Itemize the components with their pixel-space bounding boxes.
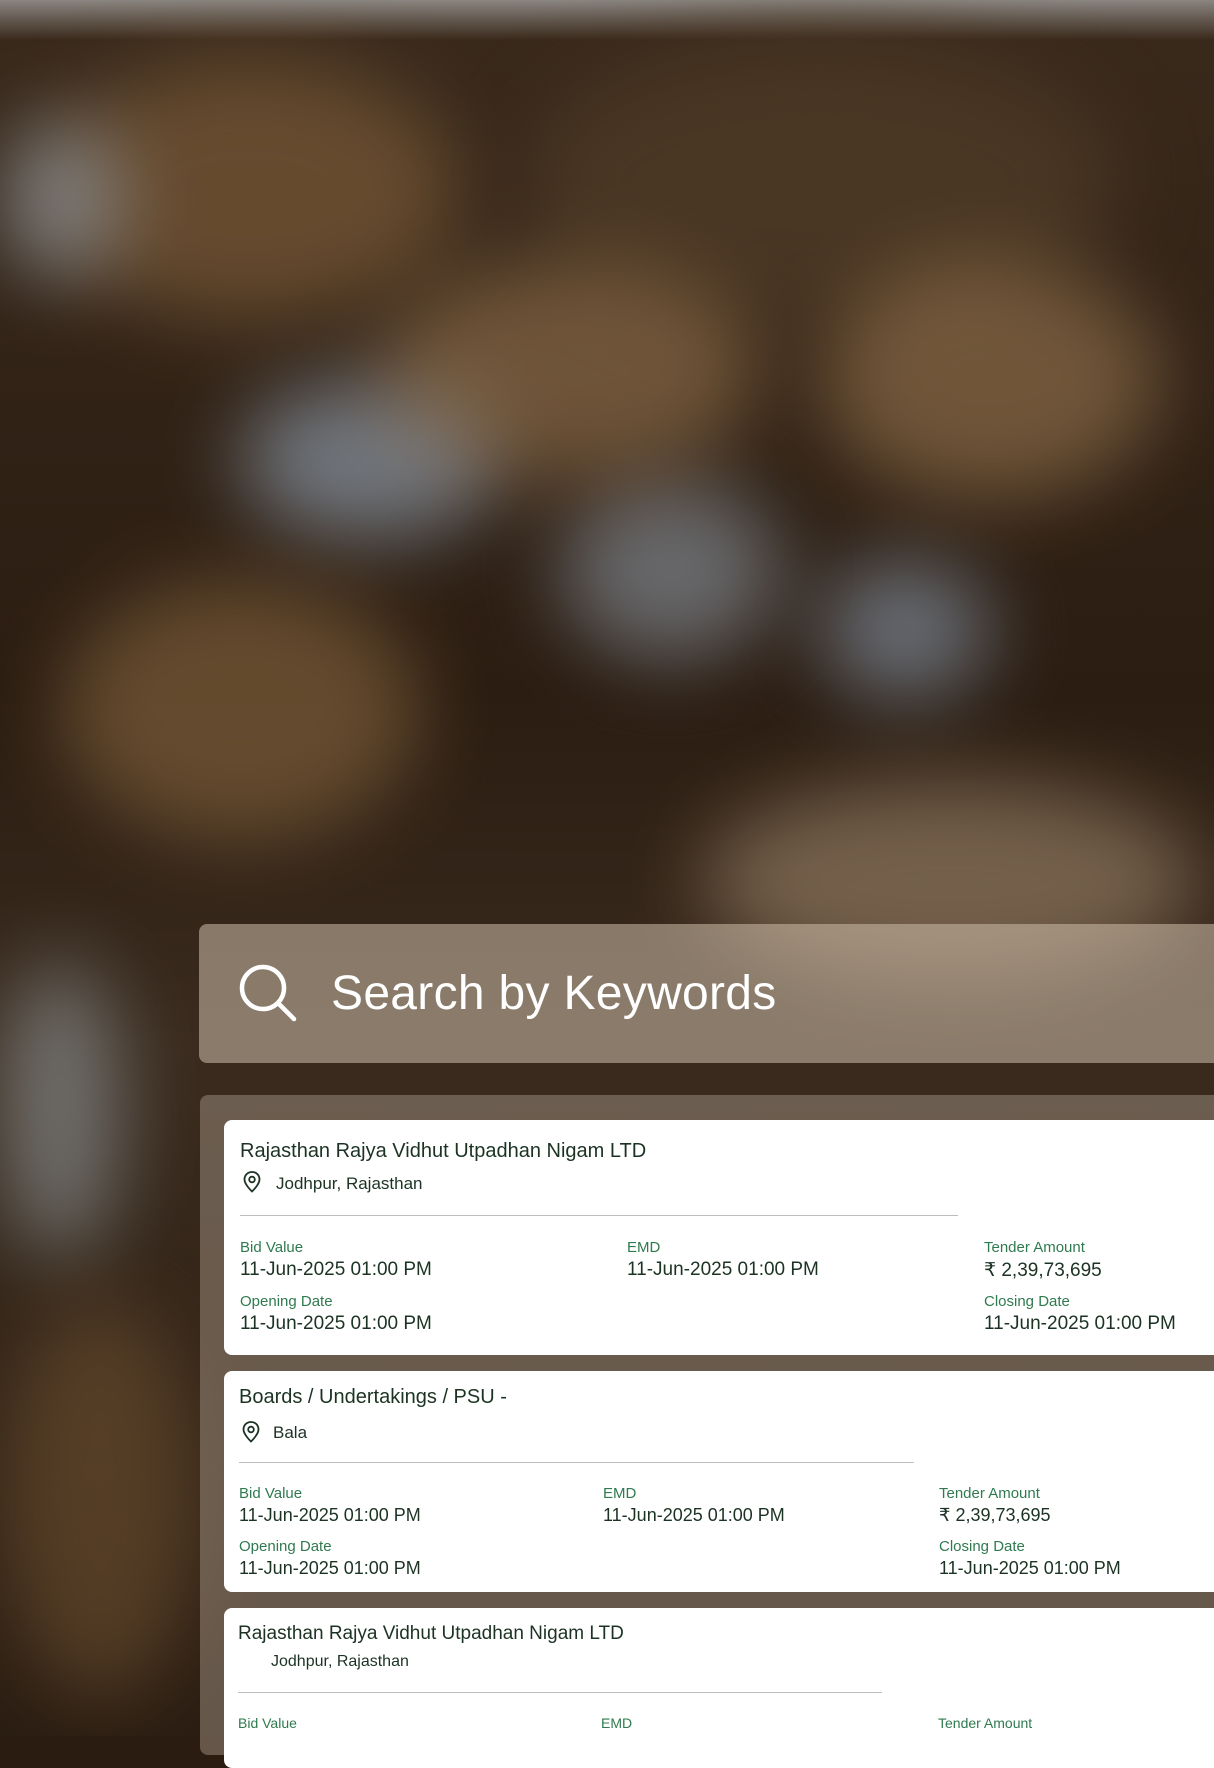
closing-date-value: 11-Jun-2025 01:00 PM — [984, 1313, 1176, 1334]
closing-date-label: Closing Date — [984, 1293, 1070, 1310]
search-icon — [239, 964, 297, 1022]
bid-value: 11-Jun-2025 01:00 PM — [239, 1505, 421, 1525]
emd-value: 11-Jun-2025 01:00 PM — [603, 1505, 785, 1525]
organization-name: Rajasthan Rajya Vidhut Utpadhan Nigam LT… — [238, 1623, 624, 1644]
closing-date-label: Closing Date — [939, 1538, 1025, 1555]
location-text: Jodhpur, Rajasthan — [276, 1174, 423, 1193]
organization-name: Boards / Undertakings / PSU - — [239, 1386, 507, 1408]
tender-amount-label: Tender Amount — [939, 1485, 1040, 1502]
location-pin-icon — [243, 1171, 261, 1193]
location-text: Jodhpur, Rajasthan — [271, 1653, 409, 1670]
tender-amount-label: Tender Amount — [938, 1715, 1033, 1731]
divider — [239, 1462, 914, 1463]
emd-label: EMD — [603, 1485, 637, 1502]
tender-amount-value: ₹ 2,39,73,695 — [939, 1505, 1051, 1525]
location-pin-icon — [242, 1421, 260, 1443]
bid-value-label: Bid Value — [238, 1715, 297, 1731]
emd-label: EMD — [601, 1715, 633, 1731]
opening-date-label: Opening Date — [240, 1293, 333, 1310]
divider — [238, 1692, 882, 1693]
search-input[interactable]: Search by Keywords — [331, 964, 777, 1024]
divider — [240, 1215, 958, 1216]
emd-label: EMD — [627, 1239, 661, 1256]
opening-date-label: Opening Date — [239, 1538, 332, 1555]
bid-value: 11-Jun-2025 01:00 PM — [240, 1259, 432, 1280]
tender-amount-value: ₹ 2,39,73,695 — [984, 1260, 1102, 1281]
opening-date-value: 11-Jun-2025 01:00 PM — [240, 1313, 432, 1334]
search-bar[interactable]: Search by Keywords — [199, 924, 1214, 1063]
bid-value-label: Bid Value — [239, 1485, 303, 1502]
result-card[interactable]: Rajasthan Rajya Vidhut Utpadhan Nigam LT… — [224, 1608, 1214, 1768]
opening-date-value: 11-Jun-2025 01:00 PM — [239, 1558, 421, 1578]
closing-date-value: 11-Jun-2025 01:00 PM — [939, 1558, 1121, 1578]
organization-name: Rajasthan Rajya Vidhut Utpadhan Nigam LT… — [240, 1140, 647, 1162]
tender-amount-label: Tender Amount — [984, 1239, 1085, 1256]
result-card[interactable]: Boards / Undertakings / PSU - Bala Bid V… — [224, 1371, 1214, 1592]
result-card[interactable]: Rajasthan Rajya Vidhut Utpadhan Nigam LT… — [224, 1120, 1214, 1355]
emd-value: 11-Jun-2025 01:00 PM — [627, 1259, 819, 1280]
location-text: Bala — [273, 1423, 308, 1442]
bid-value-label: Bid Value — [240, 1239, 304, 1256]
